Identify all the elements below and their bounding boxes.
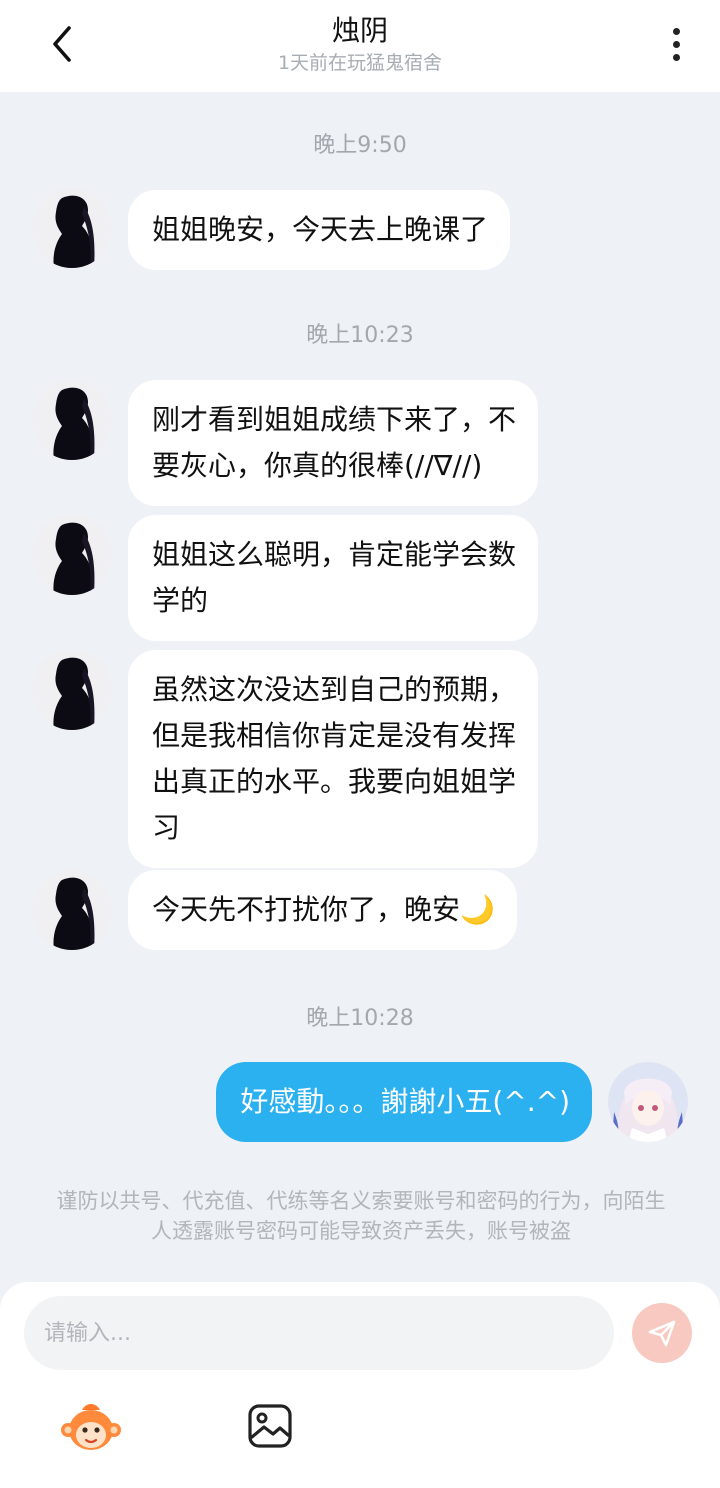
- contact-avatar[interactable]: [32, 650, 112, 730]
- silhouette-avatar-image: [32, 380, 112, 460]
- more-vertical-icon-dot: [672, 40, 680, 48]
- input-bar: [0, 1282, 720, 1488]
- contact-avatar[interactable]: [32, 380, 112, 460]
- silhouette-avatar-image: [32, 515, 112, 595]
- send-icon: [648, 1320, 676, 1347]
- contact-avatar[interactable]: [32, 870, 112, 950]
- more-options-button[interactable]: [656, 22, 696, 66]
- contact-name: 烛阴: [331, 14, 388, 47]
- more-vertical-icon-dot: [672, 53, 680, 61]
- top-bar: 烛阴 1天前在玩猛鬼宿舍: [0, 0, 720, 92]
- message-bubble[interactable]: 虽然这次没达到自己的预期， 但是我相信你肯定是没有发挥 出真正的水平。我要向姐姐…: [128, 650, 539, 868]
- security-notice: 谨防以共号、代充值、代练等名义索要账号和密码的行为，向陌生人透露账号密码可能导致…: [56, 1189, 666, 1243]
- silhouette-avatar-image: [32, 188, 112, 268]
- message-timestamp: 晚上10:23: [306, 323, 414, 348]
- emoji-button[interactable]: [60, 1400, 122, 1460]
- message-timestamp: 晚上9:50: [313, 133, 407, 158]
- contact-status: 1天前在玩猛鬼宿舍: [277, 52, 443, 74]
- message-input[interactable]: [24, 1296, 614, 1370]
- image-button[interactable]: [247, 1403, 293, 1453]
- message-timestamp: 晚上10:28: [306, 1006, 414, 1031]
- image-icon: [248, 1404, 292, 1448]
- my-avatar[interactable]: [608, 1062, 688, 1142]
- monkey-emoji-icon: [61, 1404, 121, 1450]
- message-bubble[interactable]: 姐姐这么聪明，肯定能学会数 学的: [128, 515, 539, 641]
- send-button[interactable]: [632, 1303, 692, 1363]
- anime-girl-avatar-image: [608, 1062, 688, 1142]
- contact-avatar[interactable]: [32, 188, 112, 268]
- more-vertical-icon: [672, 27, 680, 35]
- contact-avatar[interactable]: [32, 515, 112, 595]
- silhouette-avatar-image: [32, 870, 112, 950]
- message-bubble[interactable]: 今天先不打扰你了，晚安🌙: [128, 870, 517, 950]
- message-bubble[interactable]: 姐姐晚安，今天去上晚课了: [128, 190, 511, 270]
- my-message-bubble[interactable]: 好感動。。。謝謝小五(^.^): [216, 1062, 592, 1142]
- silhouette-avatar-image: [32, 650, 112, 730]
- message-bubble[interactable]: 刚才看到姐姐成绩下来了，不 要灰心，你真的很棒(//∇//): [128, 380, 539, 506]
